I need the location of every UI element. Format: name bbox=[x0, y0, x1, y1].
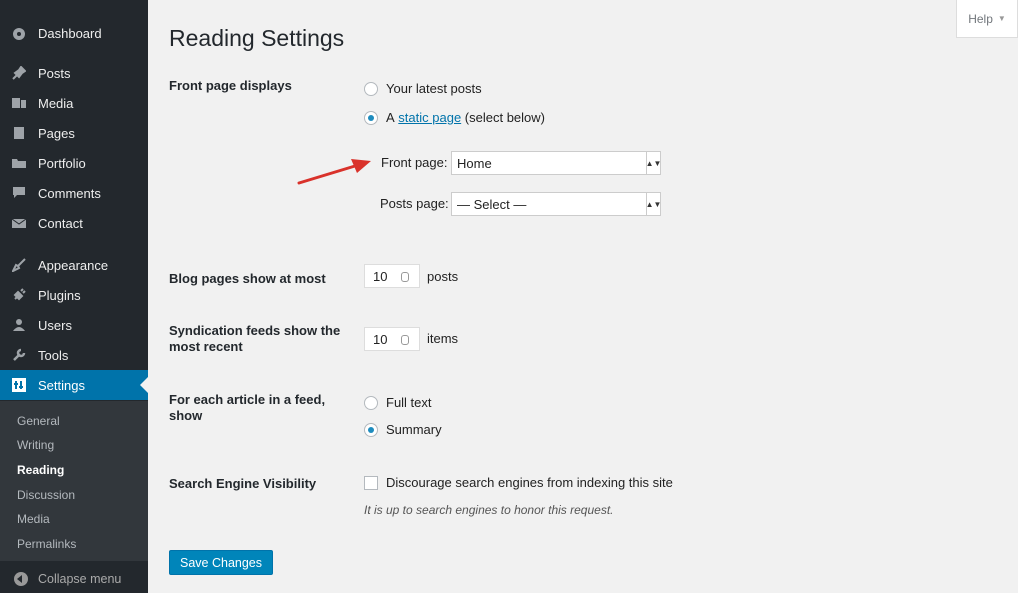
menu-label: Comments bbox=[38, 185, 101, 201]
menu-label: Contact bbox=[38, 215, 83, 231]
menu-label: Media bbox=[38, 95, 74, 111]
media-icon bbox=[12, 96, 26, 110]
radio-full-text[interactable] bbox=[364, 395, 378, 410]
menu-item-appearance[interactable]: Appearance bbox=[0, 250, 148, 280]
menu-label: Tools bbox=[38, 347, 69, 363]
front-page-select-value: Home bbox=[457, 155, 492, 171]
menu-item-users[interactable]: Users bbox=[0, 310, 148, 340]
feed-article-label-line2: show bbox=[169, 408, 203, 423]
menu-label: Appearance bbox=[38, 257, 109, 273]
envelope-icon bbox=[11, 216, 27, 230]
menu-item-settings[interactable]: Settings bbox=[0, 370, 148, 400]
radio-latest-posts[interactable] bbox=[364, 81, 378, 96]
static-page-link[interactable]: static page bbox=[398, 110, 461, 125]
syndication-input[interactable]: 10 bbox=[364, 327, 420, 351]
main-content: Help ▼ Reading Settings Front page displ… bbox=[148, 0, 1018, 593]
blog-pages-label: Blog pages show at most bbox=[169, 271, 326, 286]
submenu-general[interactable]: General bbox=[17, 414, 60, 428]
collapse-icon bbox=[14, 572, 28, 586]
option-summary[interactable]: Summary bbox=[364, 422, 442, 437]
chevron-updown-icon: ▲▼ bbox=[646, 152, 661, 174]
discourage-search-checkbox[interactable] bbox=[364, 475, 378, 490]
help-label: Help bbox=[968, 11, 993, 26]
menu-item-posts[interactable]: Posts bbox=[0, 58, 148, 88]
settings-icon bbox=[12, 378, 26, 392]
plug-icon bbox=[12, 288, 26, 302]
syndication-value: 10 bbox=[373, 331, 388, 347]
collapse-label: Collapse menu bbox=[38, 572, 122, 586]
feed-article-label-line1: For each article in a feed, bbox=[169, 392, 326, 407]
menu-item-plugins[interactable]: Plugins bbox=[0, 280, 148, 310]
feed-article-label: For each article in a feed, show bbox=[169, 392, 325, 424]
option-static-page[interactable]: A static page (select below) bbox=[364, 110, 545, 125]
front-page-select[interactable]: Home ▲▼ bbox=[451, 151, 661, 175]
chevron-updown-icon: ▲▼ bbox=[646, 193, 661, 215]
option-static-suffix: (select below) bbox=[464, 110, 545, 125]
pages-icon bbox=[12, 126, 26, 140]
menu-label: Plugins bbox=[38, 287, 81, 303]
spinner-icon[interactable] bbox=[401, 272, 409, 282]
dashboard-icon bbox=[12, 26, 26, 40]
submenu-reading[interactable]: Reading bbox=[17, 463, 64, 477]
front-page-select-label: Front page: bbox=[381, 155, 448, 170]
page-title: Reading Settings bbox=[169, 25, 345, 51]
help-tab-button[interactable]: Help ▼ bbox=[956, 0, 1018, 38]
syndication-label-line1: Syndication feeds show the bbox=[169, 323, 341, 338]
menu-item-pages[interactable]: Pages bbox=[0, 118, 148, 148]
blog-pages-unit: posts bbox=[427, 269, 459, 284]
syndication-label: Syndication feeds show the most recent bbox=[169, 323, 340, 355]
wrench-icon bbox=[12, 348, 26, 362]
save-changes-button[interactable]: Save Changes bbox=[169, 550, 274, 575]
menu-label: Settings bbox=[38, 377, 85, 393]
submenu-writing[interactable]: Writing bbox=[17, 438, 54, 452]
syndication-label-line2: most recent bbox=[169, 339, 243, 354]
chevron-down-icon: ▼ bbox=[997, 14, 1006, 23]
posts-page-select-label: Posts page: bbox=[380, 196, 449, 211]
posts-page-select-value: — Select — bbox=[457, 196, 527, 212]
front-page-displays-label: Front page displays bbox=[169, 78, 292, 93]
option-full-text[interactable]: Full text bbox=[364, 395, 432, 410]
radio-static-page[interactable] bbox=[364, 110, 378, 125]
admin-sidebar: Dashboard Posts Media Pages Portfolio Co… bbox=[0, 0, 148, 593]
discourage-search-label: Discourage search engines from indexing … bbox=[386, 475, 673, 490]
menu-item-media[interactable]: Media bbox=[0, 88, 148, 118]
menu-item-comments[interactable]: Comments bbox=[0, 178, 148, 208]
radio-summary[interactable] bbox=[364, 422, 378, 437]
menu-label: Dashboard bbox=[38, 25, 102, 41]
blog-pages-input[interactable]: 10 bbox=[364, 264, 420, 288]
menu-label: Posts bbox=[38, 65, 71, 81]
brush-icon bbox=[10, 258, 26, 274]
user-icon bbox=[12, 318, 26, 332]
blog-pages-value: 10 bbox=[373, 268, 388, 284]
settings-submenu: General Writing Reading Discussion Media… bbox=[0, 401, 148, 561]
annotation-arrow-icon bbox=[297, 159, 371, 185]
option-discourage-search[interactable]: Discourage search engines from indexing … bbox=[364, 475, 673, 490]
submenu-media[interactable]: Media bbox=[17, 512, 50, 526]
menu-label: Users bbox=[38, 317, 72, 333]
option-latest-posts[interactable]: Your latest posts bbox=[364, 81, 482, 96]
option-summary-label: Summary bbox=[386, 422, 442, 437]
posts-page-select[interactable]: — Select — ▲▼ bbox=[451, 192, 661, 216]
option-latest-posts-label: Your latest posts bbox=[386, 81, 482, 96]
menu-item-tools[interactable]: Tools bbox=[0, 340, 148, 370]
folder-icon bbox=[12, 156, 26, 170]
submenu-discussion[interactable]: Discussion bbox=[17, 488, 75, 502]
submenu-permalinks[interactable]: Permalinks bbox=[17, 537, 76, 551]
menu-label: Portfolio bbox=[38, 155, 86, 171]
spinner-icon[interactable] bbox=[401, 335, 409, 345]
comment-icon bbox=[12, 186, 26, 200]
search-engine-label: Search Engine Visibility bbox=[169, 476, 317, 491]
menu-item-dashboard[interactable]: Dashboard bbox=[0, 18, 148, 48]
option-full-text-label: Full text bbox=[386, 395, 432, 410]
option-static-prefix: A bbox=[386, 110, 395, 125]
syndication-unit: items bbox=[427, 331, 459, 346]
menu-label: Pages bbox=[38, 125, 75, 141]
pin-icon bbox=[12, 65, 27, 80]
menu-item-contact[interactable]: Contact bbox=[0, 208, 148, 238]
menu-item-portfolio[interactable]: Portfolio bbox=[0, 148, 148, 178]
collapse-menu-button[interactable]: Collapse menu bbox=[0, 565, 148, 593]
search-engine-description: It is up to search engines to honor this… bbox=[364, 503, 614, 517]
